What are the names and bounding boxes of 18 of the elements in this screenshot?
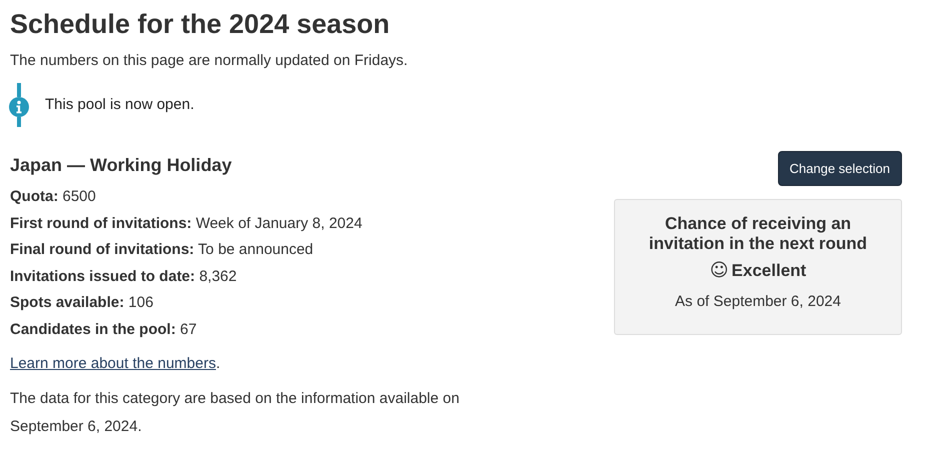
category-title: Japan — Working Holiday (10, 155, 233, 176)
learn-more-line: Learn more about the numbers. (10, 354, 222, 374)
smiley-icon: ☺ (710, 260, 729, 281)
page-title: Schedule for the 2024 season (10, 8, 391, 41)
rating-text: Excellent (732, 260, 806, 280)
fact-line: Quota: 6500 (10, 187, 97, 207)
notice-text: This pool is now open. (45, 96, 194, 113)
fact-line: Spots available: 106 (10, 293, 154, 313)
intro-text: The numbers on this page are normally updated on Fridays. (10, 52, 409, 69)
card-heading: Chance of receiving an invitation in the next round (648, 214, 868, 254)
fact-line: Invitations issued to date: 8,362 (10, 266, 238, 286)
data-note: The data for this category are based on the information available on September 6, 2024. (10, 389, 460, 437)
learn-more-link[interactable]: Learn more about the numbers (10, 355, 216, 372)
as-of-date: As of September 6, 2024 (674, 293, 842, 310)
change-selection-button[interactable]: Change selection (778, 151, 902, 186)
fact-line: Final round of invitations: To be announced (10, 240, 314, 260)
fact-line: First round of invitations: Week of January 8, 2024 (10, 214, 364, 234)
fact-line: Candidates in the pool: 67 (10, 320, 198, 340)
